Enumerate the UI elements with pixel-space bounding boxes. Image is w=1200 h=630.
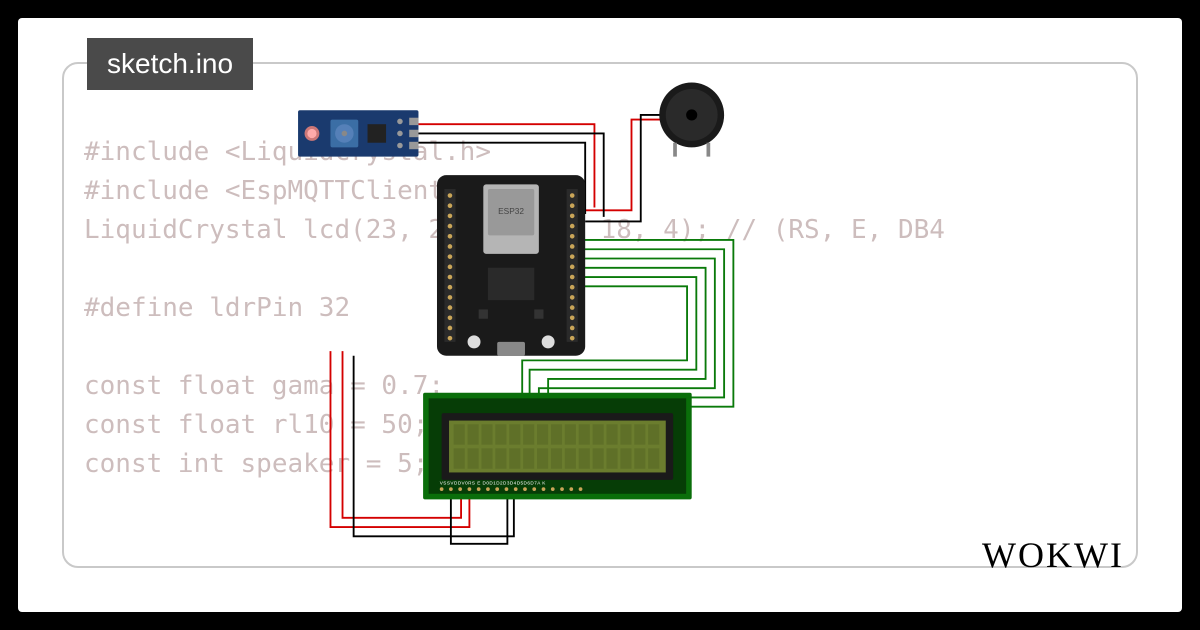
ldr-sensor-module[interactable]	[298, 110, 418, 156]
circuit-canvas[interactable]: ESP32	[64, 64, 1136, 566]
filename-tab[interactable]: sketch.ino	[87, 38, 253, 90]
piezo-buzzer[interactable]	[659, 83, 724, 157]
wokwi-logo: WOKWI	[982, 534, 1124, 576]
lcd-pin-labels: VSSVDDV0RS E D0D1D2D3D4D5D6D7A K	[440, 480, 547, 485]
esp32-chip-label: ESP32	[498, 206, 524, 216]
filename-label: sketch.ino	[107, 48, 233, 79]
lcd-display[interactable]: VSSVDDV0RS E D0D1D2D3D4D5D6D7A K	[423, 393, 692, 500]
esp32-board[interactable]: ESP32	[437, 175, 585, 356]
